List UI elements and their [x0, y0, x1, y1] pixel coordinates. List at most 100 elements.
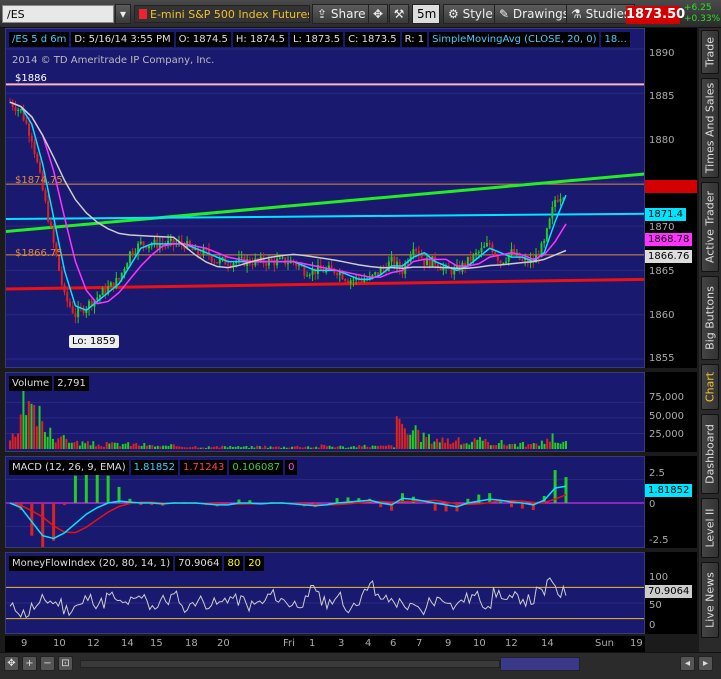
candle-body — [71, 306, 74, 314]
candle-body — [30, 135, 33, 142]
scroll-right-icon[interactable]: ▸ — [698, 656, 713, 671]
candle-body — [545, 228, 548, 241]
interval-selector[interactable]: 5m — [412, 4, 440, 24]
tab-dashboard[interactable]: Dashboard — [701, 414, 719, 494]
tab-chart[interactable]: Chart — [701, 364, 719, 410]
candle-body — [109, 282, 112, 287]
candle-body — [483, 246, 486, 248]
volume-panel[interactable]: Volume 2,791 — [5, 372, 645, 452]
candle-body — [412, 249, 415, 255]
candle-body — [469, 256, 472, 262]
wrench-icon[interactable]: ⚒ — [389, 4, 409, 24]
candle-body — [346, 280, 349, 284]
candle-body — [306, 275, 309, 277]
candle-body — [142, 241, 145, 246]
macd-panel[interactable]: MACD (12, 26, 9, EMA) 1.81852 1.71243 0.… — [5, 456, 645, 548]
pan-icon[interactable]: ✥ — [4, 656, 19, 671]
price-chart-canvas[interactable] — [6, 29, 645, 368]
candle-body — [251, 263, 254, 266]
candle-body — [338, 272, 341, 276]
candle-body — [68, 301, 71, 307]
time-tick-label: 19 — [630, 638, 643, 649]
time-tick-label: 7 — [416, 638, 423, 649]
price-chart-panel[interactable]: /ES 5 d 6m D: 5/16/14 3:55 PM O: 1874.5 … — [5, 28, 645, 368]
mfi-value-tag: 70.9064 — [645, 585, 693, 598]
header-range: R: 1 — [401, 32, 428, 47]
price-axis[interactable]: 1890 1885 1880 1875 1870 1865 1860 1855 … — [645, 28, 697, 368]
drawings-button[interactable]: ✎ Drawings — [494, 4, 575, 24]
header-high: H: 1874.5 — [232, 32, 288, 47]
header-sma-study[interactable]: SimpleMovingAvg (CLOSE, 20, 0) — [429, 32, 600, 47]
share-button[interactable]: ⇪ Share — [312, 4, 371, 24]
tab-level-ii[interactable]: Level II — [701, 498, 719, 558]
symbol-input[interactable]: /ES — [2, 5, 114, 23]
time-tick-label: 14 — [121, 638, 134, 649]
time-tick-label: 12 — [505, 638, 518, 649]
tab-active-trader[interactable]: Active Trader — [701, 182, 719, 272]
zoom-box-icon[interactable]: ⊡ — [58, 656, 73, 671]
net-change-points: +6.25 — [684, 3, 712, 13]
candle-body — [543, 240, 546, 244]
candle-body — [521, 259, 524, 261]
style-button[interactable]: ⚙ Style — [443, 4, 498, 24]
sma-mid-value-tag: 1868.78 — [645, 233, 693, 246]
candle-body — [218, 259, 221, 264]
macd-title[interactable]: MACD (12, 26, 9, EMA) — [9, 460, 129, 475]
zoom-out-icon[interactable]: − — [40, 656, 55, 671]
horizontal-scrollbar[interactable] — [80, 660, 500, 668]
volume-value: 2,791 — [54, 376, 89, 391]
candle-body — [281, 257, 284, 259]
candle-body — [450, 268, 453, 275]
time-tick-label: 10 — [473, 638, 486, 649]
candle-body — [505, 261, 508, 263]
zoom-in-icon[interactable]: + — [22, 656, 37, 671]
time-tick-label: 9 — [445, 638, 452, 649]
mfi-overbought: 80 — [224, 556, 244, 571]
candle-body — [415, 249, 418, 251]
candle-body — [52, 226, 55, 243]
tab-trade[interactable]: Trade — [701, 30, 719, 74]
candle-body — [199, 253, 202, 256]
side-tab-strip: Trade Times And Sales Active Trader Big … — [699, 28, 721, 652]
price-tick: 1880 — [649, 135, 675, 146]
crosshair-icon[interactable]: ✥ — [368, 4, 388, 24]
candle-body — [488, 243, 491, 245]
candle-body — [475, 252, 478, 255]
time-axis[interactable]: 9 10 12 14 15 18 20 Fri 1 3 4 6 7 9 10 12 14 Sun 19 — [5, 636, 645, 652]
mfi-panel[interactable]: MoneyFlowIndex (20, 80, 14, 1) 70.9064 8… — [5, 552, 645, 634]
macd-tick: 0 — [649, 499, 656, 510]
share-icon: ⇪ — [317, 7, 328, 21]
header-sma-value: 18... — [601, 32, 630, 47]
studies-button[interactable]: ⚗ Studies — [566, 4, 636, 24]
candle-body — [148, 245, 150, 249]
price-tick: 1855 — [649, 353, 675, 364]
mfi-title[interactable]: MoneyFlowIndex (20, 80, 14, 1) — [9, 556, 174, 571]
copyright-text: 2014 © TD Ameritrade IP Company, Inc. — [12, 55, 215, 66]
low-marker-label: Lo: 1859 — [69, 335, 119, 348]
sma-mid-line — [9, 101, 567, 305]
candle-body — [74, 313, 77, 318]
tab-big-buttons[interactable]: Big Buttons — [701, 276, 719, 360]
header-symbol: /ES 5 d 6m — [9, 32, 70, 47]
header-low: L: 1873.5 — [289, 32, 344, 47]
volume-title[interactable]: Volume — [9, 376, 53, 391]
candle-body — [330, 265, 333, 269]
time-tick-label: 20 — [217, 638, 230, 649]
macd-tick: -2.5 — [649, 535, 669, 546]
volume-canvas[interactable] — [6, 373, 645, 452]
candle-body — [494, 252, 497, 256]
candle-body — [556, 199, 559, 202]
tab-times-and-sales[interactable]: Times And Sales — [701, 78, 719, 178]
candle-body — [227, 264, 230, 266]
candle-body — [240, 256, 243, 258]
candle-body — [344, 279, 347, 281]
tab-live-news[interactable]: Live News — [701, 562, 719, 638]
header-close: C: 1873.5 — [345, 32, 400, 47]
scrollbar-thumb[interactable] — [500, 657, 580, 671]
candle-body — [60, 270, 63, 285]
candle-body — [374, 272, 377, 275]
candle-body — [63, 284, 66, 293]
candle-body — [28, 123, 31, 136]
symbol-dropdown-icon[interactable]: ▾ — [115, 4, 131, 24]
scroll-left-icon[interactable]: ◂ — [680, 656, 695, 671]
